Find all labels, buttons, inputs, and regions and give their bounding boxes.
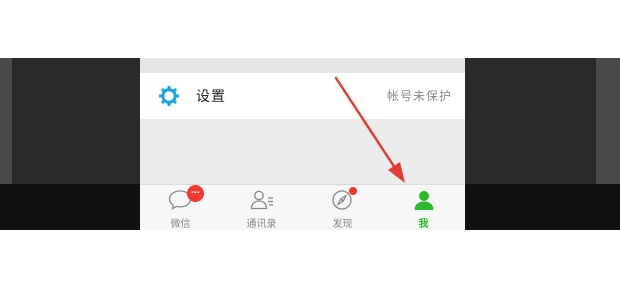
left-backdrop-band	[0, 58, 140, 184]
tab-chats-label: 微信	[170, 219, 191, 230]
tab-contacts[interactable]: 通讯录	[221, 185, 302, 230]
screenshot-frame: 设置 帐号未保护 … 微信 通讯录 发现 我	[0, 58, 620, 230]
tab-discover-label: 发现	[332, 219, 353, 230]
bottom-tab-bar: … 微信 通讯录 发现 我	[140, 184, 465, 230]
tab-contacts-label: 通讯录	[246, 219, 277, 230]
settings-row[interactable]: 设置 帐号未保护	[140, 73, 465, 119]
tab-me-label: 我	[418, 219, 429, 230]
account-protection-status: 帐号未保护	[386, 89, 452, 103]
unread-badge: …	[187, 185, 204, 202]
left-backdrop	[0, 58, 140, 230]
new-moments-dot	[349, 187, 357, 195]
left-backdrop-edge	[0, 58, 12, 184]
contacts-icon	[249, 188, 275, 212]
person-icon	[411, 188, 437, 212]
tab-chats[interactable]: … 微信	[140, 185, 221, 230]
tab-discover[interactable]: 发现	[302, 185, 383, 230]
right-backdrop	[465, 58, 620, 230]
settings-label: 设置	[196, 89, 226, 105]
phone-screen: 设置 帐号未保护 … 微信 通讯录 发现 我	[140, 58, 465, 230]
right-backdrop-edge	[596, 58, 620, 184]
tab-me[interactable]: 我	[383, 185, 464, 230]
section-divider	[140, 58, 465, 73]
gear-icon	[158, 85, 180, 107]
